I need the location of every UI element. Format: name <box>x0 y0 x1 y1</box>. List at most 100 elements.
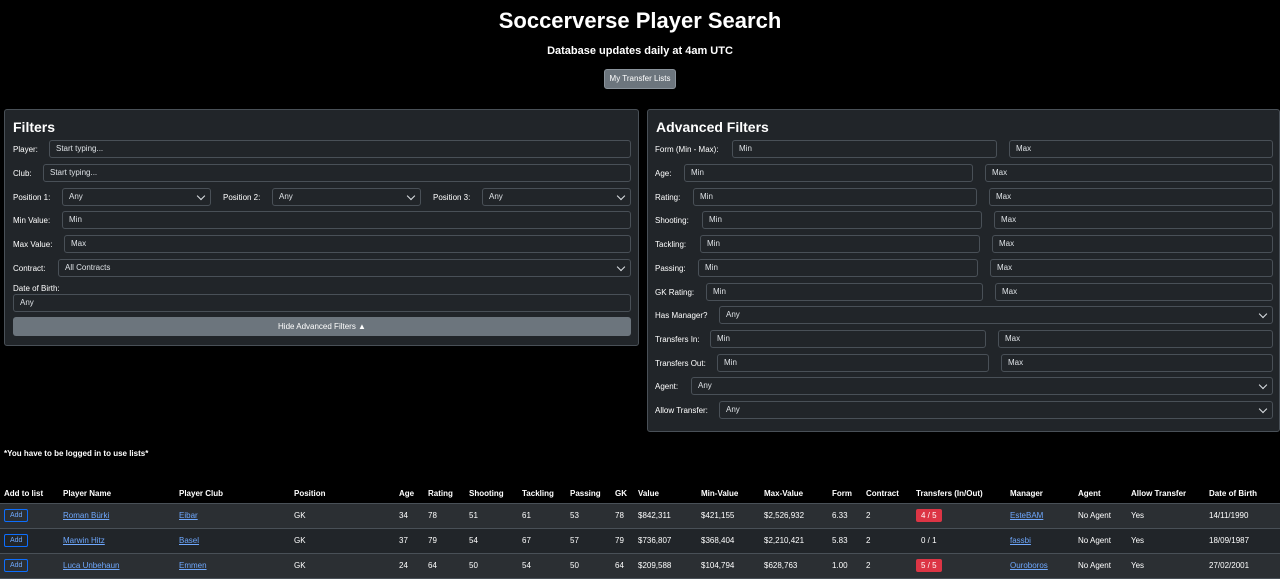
adv-age-label: Age: <box>655 169 672 178</box>
cell-form: 5.83 <box>828 528 862 554</box>
adv-tackling-max[interactable]: Max <box>992 235 1273 253</box>
adv-rating-label: Rating: <box>655 193 681 202</box>
player-input[interactable]: Start typing... <box>49 140 631 158</box>
min-value-label: Min Value: <box>13 216 51 225</box>
position2-select[interactable]: Any <box>272 188 421 206</box>
manager-link[interactable]: Ouroboros <box>1010 561 1048 570</box>
adv-age-max[interactable]: Max <box>985 164 1273 182</box>
adv-gk-min[interactable]: Min <box>706 283 983 301</box>
col-transfers[interactable]: Transfers (In/Out) <box>912 484 1006 504</box>
adv-agent-select[interactable]: Any <box>691 377 1273 395</box>
col-player-club[interactable]: Player Club <box>175 484 290 504</box>
cell-value: $736,807 <box>634 528 697 554</box>
col-rating[interactable]: Rating <box>424 484 465 504</box>
col-allow-transfer[interactable]: Allow Transfer <box>1127 484 1205 504</box>
col-player-name[interactable]: Player Name <box>59 484 175 504</box>
cell-max-value: $2,210,421 <box>760 528 828 554</box>
cell-shooting: 54 <box>465 528 518 554</box>
col-min-value[interactable]: Min-Value <box>697 484 760 504</box>
table-row: Add Marwin Hitz Basel GK 37 79 54 67 57 … <box>0 528 1280 554</box>
filters-panel: Filters Player: Start typing... Club: St… <box>4 109 639 346</box>
adv-transfers-in-max[interactable]: Max <box>998 330 1273 348</box>
adv-transfers-out-min[interactable]: Min <box>717 354 989 372</box>
adv-transfers-in-min[interactable]: Min <box>710 330 986 348</box>
cell-allow-transfer: Yes <box>1127 503 1205 529</box>
adv-form-max[interactable]: Max <box>1009 140 1273 158</box>
dob-input[interactable]: Any <box>13 294 631 312</box>
max-value-label: Max Value: <box>13 240 53 249</box>
player-name-link[interactable]: Roman Bürki <box>63 511 109 520</box>
cell-agent: No Agent <box>1074 553 1127 579</box>
chevron-down-icon <box>406 191 416 201</box>
adv-allow-transfer-select[interactable]: Any <box>719 401 1273 419</box>
col-date-of-birth[interactable]: Date of Birth <box>1205 484 1280 504</box>
adv-has-manager-value: Any <box>726 310 740 319</box>
adv-gk-max[interactable]: Max <box>995 283 1273 301</box>
col-contract[interactable]: Contract <box>862 484 912 504</box>
adv-passing-max[interactable]: Max <box>990 259 1273 277</box>
adv-rating-max[interactable]: Max <box>989 188 1273 206</box>
col-agent[interactable]: Agent <box>1074 484 1127 504</box>
adv-age-min[interactable]: Min <box>684 164 973 182</box>
cell-tackling: 61 <box>518 503 566 529</box>
adv-form-min[interactable]: Min <box>732 140 997 158</box>
cell-form: 6.33 <box>828 503 862 529</box>
adv-tackling-min[interactable]: Min <box>700 235 980 253</box>
cell-form: 1.00 <box>828 553 862 579</box>
col-position[interactable]: Position <box>290 484 395 504</box>
adv-has-manager-label: Has Manager? <box>655 311 708 320</box>
hide-advanced-filters-button[interactable]: Hide Advanced Filters ▲ <box>13 317 631 336</box>
cell-agent: No Agent <box>1074 503 1127 529</box>
min-value-input[interactable]: Min <box>62 211 631 229</box>
adv-shooting-min[interactable]: Min <box>702 211 982 229</box>
col-manager[interactable]: Manager <box>1006 484 1074 504</box>
add-to-list-button[interactable]: Add <box>4 559 29 572</box>
col-age[interactable]: Age <box>395 484 424 504</box>
cell-shooting: 51 <box>465 503 518 529</box>
transfers-badge: 4 / 5 <box>916 509 942 522</box>
cell-tackling: 54 <box>518 553 566 579</box>
manager-link[interactable]: EsteBAM <box>1010 511 1043 520</box>
position3-select[interactable]: Any <box>482 188 631 206</box>
position1-label: Position 1: <box>13 193 51 202</box>
table-header-row: Add to list Player Name Player Club Posi… <box>0 484 1280 504</box>
adv-passing-min[interactable]: Min <box>698 259 978 277</box>
contract-select[interactable]: All Contracts <box>58 259 631 277</box>
my-transfer-lists-button[interactable]: My Transfer Lists <box>604 69 676 89</box>
player-club-link[interactable]: Basel <box>179 536 199 545</box>
player-name-link[interactable]: Luca Unbehaun <box>63 561 120 570</box>
contract-value: All Contracts <box>65 263 111 272</box>
col-value[interactable]: Value <box>634 484 697 504</box>
table-row: Add Luca Unbehaun Emmen GK 24 64 50 54 5… <box>0 553 1280 579</box>
add-to-list-button[interactable]: Add <box>4 534 29 547</box>
col-gk[interactable]: GK <box>611 484 634 504</box>
page-title: Soccerverse Player Search <box>498 8 782 33</box>
col-form[interactable]: Form <box>828 484 862 504</box>
adv-shooting-max[interactable]: Max <box>994 211 1273 229</box>
adv-transfers-out-max[interactable]: Max <box>1001 354 1273 372</box>
adv-has-manager-select[interactable]: Any <box>719 306 1273 324</box>
adv-gk-label: GK Rating: <box>655 288 695 297</box>
cell-age: 37 <box>395 528 424 554</box>
max-value-input[interactable]: Max <box>64 235 631 253</box>
position1-select[interactable]: Any <box>62 188 211 206</box>
col-passing[interactable]: Passing <box>566 484 611 504</box>
col-max-value[interactable]: Max-Value <box>760 484 828 504</box>
col-tackling[interactable]: Tackling <box>518 484 566 504</box>
manager-link[interactable]: fassbi <box>1010 536 1031 545</box>
player-club-link[interactable]: Eibar <box>179 511 198 520</box>
club-input[interactable]: Start typing... <box>43 164 631 182</box>
table-row: Add Roman Bürki Eibar GK 34 78 51 61 53 … <box>0 503 1280 529</box>
add-to-list-button[interactable]: Add <box>4 509 29 522</box>
col-shooting[interactable]: Shooting <box>465 484 518 504</box>
adv-allow-transfer-value: Any <box>726 405 740 414</box>
position3-value: Any <box>489 192 503 201</box>
cell-max-value: $2,526,932 <box>760 503 828 529</box>
cell-shooting: 50 <box>465 553 518 579</box>
adv-rating-min[interactable]: Min <box>693 188 977 206</box>
player-name-link[interactable]: Marwin Hitz <box>63 536 105 545</box>
player-club-link[interactable]: Emmen <box>179 561 207 570</box>
cell-contract: 2 <box>862 503 912 529</box>
cell-position: GK <box>290 503 395 529</box>
filters-title: Filters <box>13 119 56 135</box>
